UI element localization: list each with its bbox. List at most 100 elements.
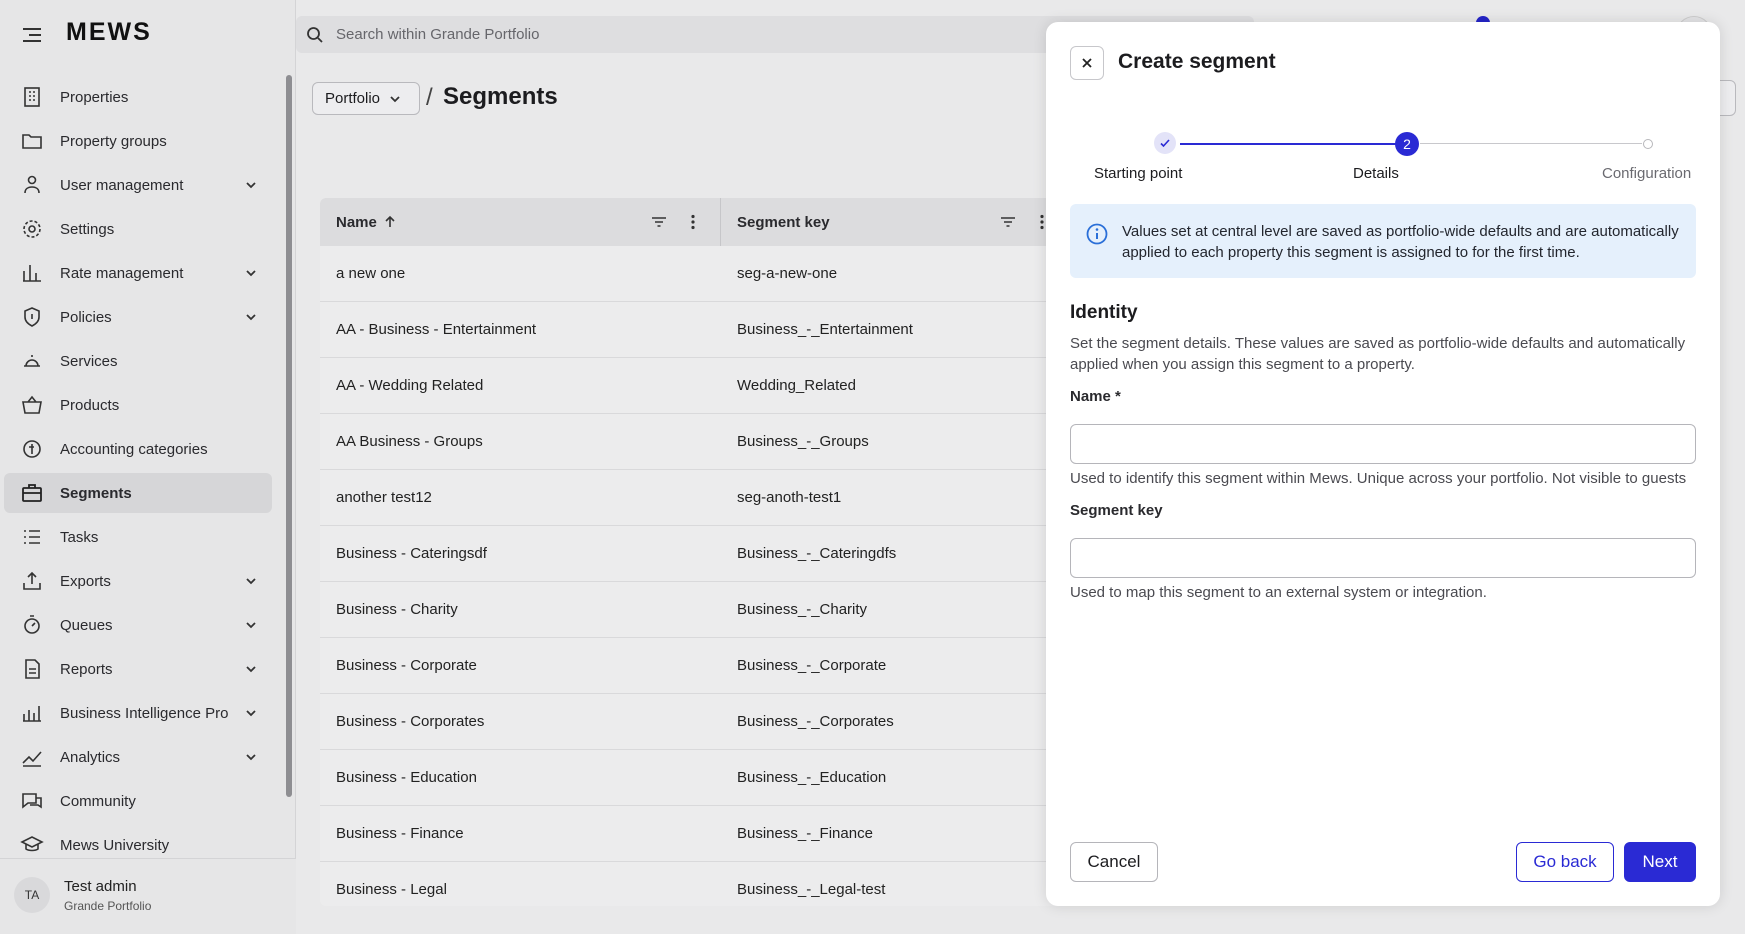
cell-name: another test12 [336,489,432,506]
sidebar-item-label: Products [60,396,120,414]
sidebar-item-label: Segments [60,484,132,502]
sidebar-item-rate-management[interactable]: Rate management [4,253,272,293]
chevron-down-icon[interactable] [244,618,258,632]
sidebar-item-label: Queues [60,616,113,634]
kebab-menu-icon[interactable] [684,213,702,231]
segment-key-field[interactable] [1070,538,1696,578]
section-title-identity: Identity [1070,302,1138,323]
building-icon [20,85,44,109]
name-field[interactable] [1070,424,1696,464]
cell-name: AA Business - Groups [336,433,483,450]
sidebar-scrollbar[interactable] [286,75,292,797]
table-row[interactable]: Business - Charity Business_-_Charity [320,582,1060,638]
chevron-down-icon[interactable] [244,178,258,192]
filter-icon[interactable] [650,213,668,231]
cancel-button[interactable]: Cancel [1070,842,1158,882]
column-header-segment-key[interactable]: Segment key [721,198,1060,246]
table-row[interactable]: Business - Cateringsdf Business_-_Caterin… [320,526,1060,582]
sidebar-item-community[interactable]: Community [4,781,272,821]
search-input[interactable] [334,25,1134,44]
cell-name: Business - Corporate [336,657,477,674]
sidebar-item-reports[interactable]: Reports [4,649,272,689]
sidebar-item-analytics[interactable]: Analytics [4,737,272,777]
chevron-down-icon[interactable] [244,310,258,324]
step-connector-pending [1420,143,1642,144]
table-body: a new one seg-a-new-one AA - Business - En… [320,246,1060,906]
name-field-label: Name * [1070,388,1121,405]
hamburger-menu-icon[interactable] [20,24,44,46]
sidebar-item-business-intelligence-pro[interactable]: Business Intelligence Pro [4,693,272,733]
stepper: 2 Starting point Details Configuration [1070,112,1696,192]
filter-icon[interactable] [999,213,1017,231]
chevron-down-icon[interactable] [244,750,258,764]
sidebar-item-settings[interactable]: Settings [4,209,272,249]
go-back-button[interactable]: Go back [1516,842,1614,882]
sidebar-item-accounting-categories[interactable]: Accounting categories [4,429,272,469]
segment-key-field-label: Segment key [1070,502,1163,519]
table-row[interactable]: a new one seg-a-new-one [320,246,1060,302]
sidebar-item-label: Tasks [60,528,99,546]
table-row[interactable]: Business - Legal Business_-_Legal-test [320,862,1060,906]
line-chart-icon [20,745,44,769]
shield-icon [20,305,44,329]
user-profile[interactable]: TA Test admin Grande Portfolio [0,858,296,934]
sidebar-item-label: User management [60,176,184,194]
info-banner-text: Values set at central level are saved as… [1122,223,1679,261]
chevron-down-icon[interactable] [244,266,258,280]
sidebar-item-label: Community [60,792,136,810]
table-row[interactable]: Business - Finance Business_-_Finance [320,806,1060,862]
cell-name: AA - Wedding Related [336,377,484,394]
name-field-help: Used to identify this segment within Mew… [1070,470,1687,487]
table-row[interactable]: Business - Corporates Business_-_Corporat… [320,694,1060,750]
sidebar-item-queues[interactable]: Queues [4,605,272,645]
sidebar-item-label: Rate management [60,264,184,282]
sidebar-item-property-groups[interactable]: Property groups [4,121,272,161]
column-header-name[interactable]: Name [320,198,721,246]
table-row[interactable]: AA - Business - Entertainment Business_-_… [320,302,1060,358]
sidebar-item-label: Exports [60,572,111,590]
portfolio-dropdown[interactable]: Portfolio [312,82,420,115]
table-row[interactable]: AA - Wedding Related Wedding_Related [320,358,1060,414]
bi-chart-icon [20,701,44,725]
close-button[interactable] [1070,46,1104,80]
sidebar-item-exports[interactable]: Exports [4,561,272,601]
table-row[interactable]: Business - Education Business_-_Education [320,750,1060,806]
cell-segment-key: Wedding_Related [737,377,856,394]
sidebar-item-products[interactable]: Products [4,385,272,425]
close-icon [1082,58,1092,68]
chevron-down-icon[interactable] [244,662,258,676]
cell-segment-key: seg-a-new-one [737,265,838,282]
table-row[interactable]: another test12 seg-anoth-test1 [320,470,1060,526]
sort-ascending-icon[interactable] [383,215,397,229]
cell-segment-key: seg-anoth-test1 [737,489,842,506]
step-current-indicator: 2 [1395,132,1419,156]
sidebar: MEWS Properties Property groups User manag… [0,0,296,934]
chevron-down-icon[interactable] [244,574,258,588]
chevron-down-icon [388,92,402,106]
next-button[interactable]: Next [1624,842,1696,882]
cell-segment-key: Business_-_Corporate [737,657,887,674]
cell-segment-key: Business_-_Charity [737,601,868,618]
sidebar-item-policies[interactable]: Policies [4,297,272,337]
bar-chart-icon [20,261,44,285]
sidebar-item-user-management[interactable]: User management [4,165,272,205]
cell-segment-key: Business_-_Groups [737,433,869,450]
sidebar-item-label: Analytics [60,748,121,766]
step-label-starting-point[interactable]: Starting point [1094,165,1182,182]
step-pending-indicator [1643,139,1653,149]
info-icon [1085,222,1109,246]
table-row[interactable]: AA Business - Groups Business_-_Groups [320,414,1060,470]
document-icon [20,657,44,681]
folder-icon [20,129,44,153]
sidebar-item-tasks[interactable]: Tasks [4,517,272,557]
portfolio-dropdown-label: Portfolio [325,90,381,107]
sidebar-item-services[interactable]: Services [4,341,272,381]
cell-name: Business - Education [336,769,477,786]
chevron-down-icon[interactable] [244,706,258,720]
sidebar-item-segments[interactable]: Segments [4,473,272,513]
sidebar-item-properties[interactable]: Properties [4,77,272,117]
table-row[interactable]: Business - Corporate Business_-_Corporate [320,638,1060,694]
cell-name: Business - Cateringsdf [336,545,487,562]
app-logo[interactable]: MEWS [66,18,152,47]
cell-name: Business - Legal [336,881,447,898]
